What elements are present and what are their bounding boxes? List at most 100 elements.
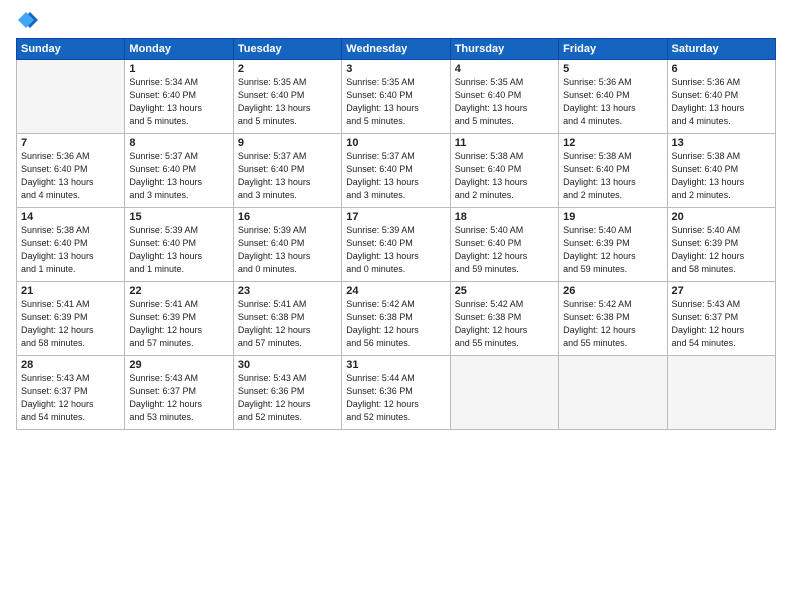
day-info: Sunrise: 5:42 AMSunset: 6:38 PMDaylight:… [563,298,662,350]
day-number: 31 [346,359,445,371]
calendar-cell: 25Sunrise: 5:42 AMSunset: 6:38 PMDayligh… [450,282,558,356]
weekday-header-row: SundayMondayTuesdayWednesdayThursdayFrid… [17,39,776,60]
calendar-cell: 8Sunrise: 5:37 AMSunset: 6:40 PMDaylight… [125,134,233,208]
day-number: 23 [238,285,337,297]
day-number: 14 [21,211,120,223]
day-info: Sunrise: 5:35 AMSunset: 6:40 PMDaylight:… [346,76,445,128]
header [16,10,776,32]
calendar-week-4: 21Sunrise: 5:41 AMSunset: 6:39 PMDayligh… [17,282,776,356]
day-info: Sunrise: 5:43 AMSunset: 6:37 PMDaylight:… [129,372,228,424]
calendar-cell: 24Sunrise: 5:42 AMSunset: 6:38 PMDayligh… [342,282,450,356]
calendar-cell: 10Sunrise: 5:37 AMSunset: 6:40 PMDayligh… [342,134,450,208]
logo-icon [16,10,38,32]
day-info: Sunrise: 5:43 AMSunset: 6:37 PMDaylight:… [21,372,120,424]
calendar-cell: 1Sunrise: 5:34 AMSunset: 6:40 PMDaylight… [125,60,233,134]
weekday-header-sunday: Sunday [17,39,125,60]
weekday-header-thursday: Thursday [450,39,558,60]
day-info: Sunrise: 5:41 AMSunset: 6:38 PMDaylight:… [238,298,337,350]
day-info: Sunrise: 5:44 AMSunset: 6:36 PMDaylight:… [346,372,445,424]
day-number: 10 [346,137,445,149]
day-number: 28 [21,359,120,371]
calendar-cell: 26Sunrise: 5:42 AMSunset: 6:38 PMDayligh… [559,282,667,356]
day-info: Sunrise: 5:38 AMSunset: 6:40 PMDaylight:… [455,150,554,202]
calendar-cell: 20Sunrise: 5:40 AMSunset: 6:39 PMDayligh… [667,208,775,282]
day-number: 19 [563,211,662,223]
day-info: Sunrise: 5:35 AMSunset: 6:40 PMDaylight:… [238,76,337,128]
day-number: 4 [455,63,554,75]
weekday-header-friday: Friday [559,39,667,60]
day-info: Sunrise: 5:39 AMSunset: 6:40 PMDaylight:… [346,224,445,276]
day-info: Sunrise: 5:42 AMSunset: 6:38 PMDaylight:… [455,298,554,350]
day-info: Sunrise: 5:36 AMSunset: 6:40 PMDaylight:… [21,150,120,202]
day-info: Sunrise: 5:41 AMSunset: 6:39 PMDaylight:… [21,298,120,350]
day-number: 3 [346,63,445,75]
day-number: 2 [238,63,337,75]
calendar-cell: 18Sunrise: 5:40 AMSunset: 6:40 PMDayligh… [450,208,558,282]
weekday-header-wednesday: Wednesday [342,39,450,60]
calendar-cell: 16Sunrise: 5:39 AMSunset: 6:40 PMDayligh… [233,208,341,282]
calendar-cell: 11Sunrise: 5:38 AMSunset: 6:40 PMDayligh… [450,134,558,208]
day-number: 9 [238,137,337,149]
day-info: Sunrise: 5:37 AMSunset: 6:40 PMDaylight:… [129,150,228,202]
day-number: 29 [129,359,228,371]
calendar-cell: 22Sunrise: 5:41 AMSunset: 6:39 PMDayligh… [125,282,233,356]
day-info: Sunrise: 5:38 AMSunset: 6:40 PMDaylight:… [563,150,662,202]
day-number: 5 [563,63,662,75]
calendar-cell: 31Sunrise: 5:44 AMSunset: 6:36 PMDayligh… [342,356,450,430]
day-info: Sunrise: 5:40 AMSunset: 6:39 PMDaylight:… [563,224,662,276]
day-number: 26 [563,285,662,297]
calendar-cell: 7Sunrise: 5:36 AMSunset: 6:40 PMDaylight… [17,134,125,208]
day-info: Sunrise: 5:39 AMSunset: 6:40 PMDaylight:… [129,224,228,276]
day-info: Sunrise: 5:37 AMSunset: 6:40 PMDaylight:… [238,150,337,202]
calendar-cell [450,356,558,430]
day-info: Sunrise: 5:41 AMSunset: 6:39 PMDaylight:… [129,298,228,350]
calendar-week-2: 7Sunrise: 5:36 AMSunset: 6:40 PMDaylight… [17,134,776,208]
calendar-cell: 17Sunrise: 5:39 AMSunset: 6:40 PMDayligh… [342,208,450,282]
calendar-cell: 13Sunrise: 5:38 AMSunset: 6:40 PMDayligh… [667,134,775,208]
day-number: 30 [238,359,337,371]
calendar-cell: 12Sunrise: 5:38 AMSunset: 6:40 PMDayligh… [559,134,667,208]
day-info: Sunrise: 5:37 AMSunset: 6:40 PMDaylight:… [346,150,445,202]
day-info: Sunrise: 5:36 AMSunset: 6:40 PMDaylight:… [672,76,771,128]
calendar-cell: 23Sunrise: 5:41 AMSunset: 6:38 PMDayligh… [233,282,341,356]
day-number: 21 [21,285,120,297]
day-number: 22 [129,285,228,297]
weekday-header-saturday: Saturday [667,39,775,60]
day-number: 17 [346,211,445,223]
calendar-cell: 21Sunrise: 5:41 AMSunset: 6:39 PMDayligh… [17,282,125,356]
calendar-cell: 5Sunrise: 5:36 AMSunset: 6:40 PMDaylight… [559,60,667,134]
calendar-week-1: 1Sunrise: 5:34 AMSunset: 6:40 PMDaylight… [17,60,776,134]
day-info: Sunrise: 5:43 AMSunset: 6:37 PMDaylight:… [672,298,771,350]
day-number: 7 [21,137,120,149]
weekday-header-monday: Monday [125,39,233,60]
calendar-cell [17,60,125,134]
day-number: 8 [129,137,228,149]
day-number: 6 [672,63,771,75]
calendar-cell: 15Sunrise: 5:39 AMSunset: 6:40 PMDayligh… [125,208,233,282]
day-number: 13 [672,137,771,149]
day-info: Sunrise: 5:42 AMSunset: 6:38 PMDaylight:… [346,298,445,350]
day-number: 12 [563,137,662,149]
calendar-cell: 3Sunrise: 5:35 AMSunset: 6:40 PMDaylight… [342,60,450,134]
day-info: Sunrise: 5:35 AMSunset: 6:40 PMDaylight:… [455,76,554,128]
calendar-week-5: 28Sunrise: 5:43 AMSunset: 6:37 PMDayligh… [17,356,776,430]
page: SundayMondayTuesdayWednesdayThursdayFrid… [0,0,792,612]
day-info: Sunrise: 5:39 AMSunset: 6:40 PMDaylight:… [238,224,337,276]
calendar-cell: 19Sunrise: 5:40 AMSunset: 6:39 PMDayligh… [559,208,667,282]
calendar-cell: 14Sunrise: 5:38 AMSunset: 6:40 PMDayligh… [17,208,125,282]
weekday-header-tuesday: Tuesday [233,39,341,60]
day-number: 27 [672,285,771,297]
calendar-cell [667,356,775,430]
calendar-table: SundayMondayTuesdayWednesdayThursdayFrid… [16,38,776,430]
calendar-cell: 9Sunrise: 5:37 AMSunset: 6:40 PMDaylight… [233,134,341,208]
day-number: 20 [672,211,771,223]
calendar-cell [559,356,667,430]
calendar-cell: 27Sunrise: 5:43 AMSunset: 6:37 PMDayligh… [667,282,775,356]
day-info: Sunrise: 5:38 AMSunset: 6:40 PMDaylight:… [672,150,771,202]
calendar-cell: 29Sunrise: 5:43 AMSunset: 6:37 PMDayligh… [125,356,233,430]
day-number: 25 [455,285,554,297]
day-info: Sunrise: 5:40 AMSunset: 6:40 PMDaylight:… [455,224,554,276]
calendar-cell: 4Sunrise: 5:35 AMSunset: 6:40 PMDaylight… [450,60,558,134]
day-info: Sunrise: 5:43 AMSunset: 6:36 PMDaylight:… [238,372,337,424]
day-info: Sunrise: 5:36 AMSunset: 6:40 PMDaylight:… [563,76,662,128]
